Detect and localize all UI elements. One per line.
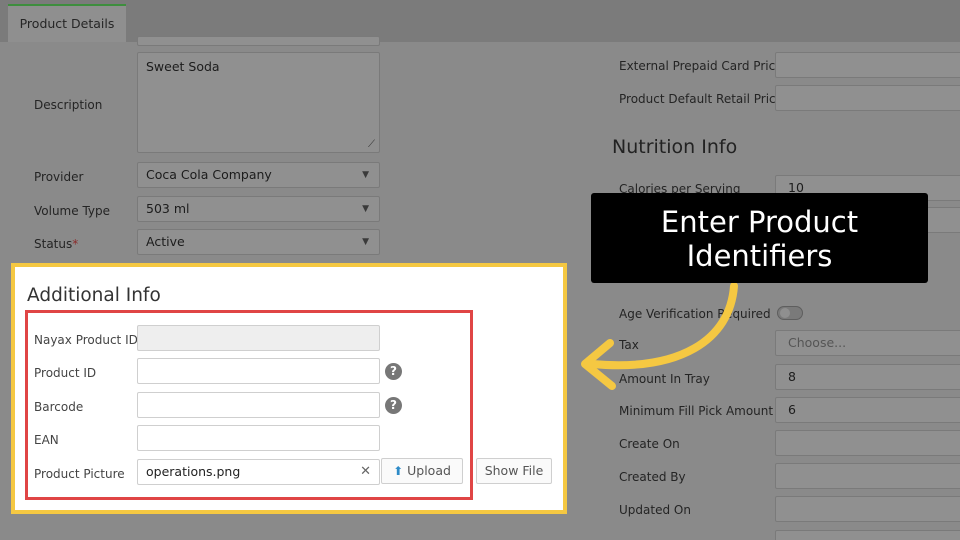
callout-line-2: Identifiers xyxy=(686,239,833,273)
callout-box: Enter Product Identifiers xyxy=(591,193,928,283)
callout-line-1: Enter Product xyxy=(660,205,859,239)
